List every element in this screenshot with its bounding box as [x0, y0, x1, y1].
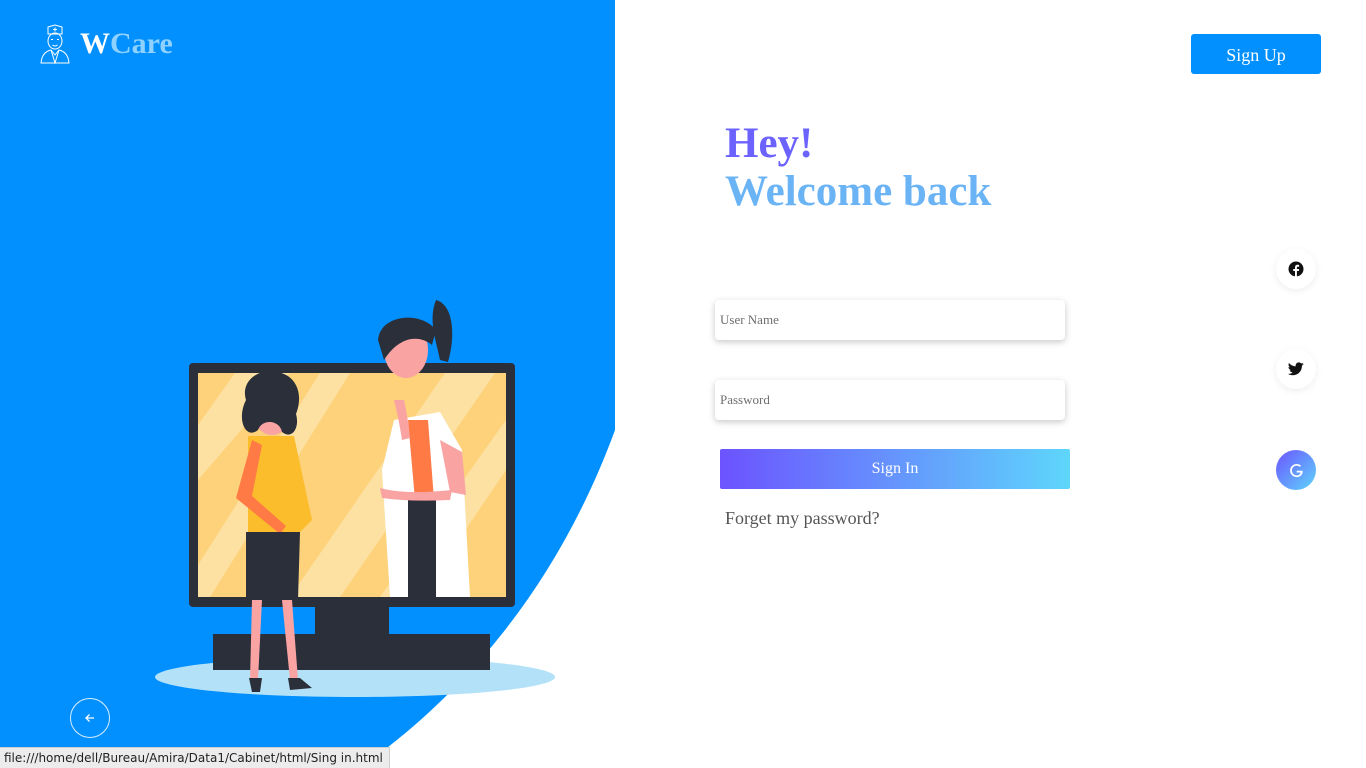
signin-page: WCare Sign Up Hey! Welcome back User Nam… — [0, 0, 1366, 768]
brand-logo-block[interactable]: WCare — [40, 24, 173, 64]
password-input[interactable] — [715, 380, 1065, 420]
google-button[interactable] — [1276, 450, 1316, 490]
arrow-left-icon — [85, 714, 94, 722]
twitter-button[interactable] — [1276, 349, 1316, 389]
brand-name: WCare — [80, 29, 173, 59]
brand-name-w: W — [80, 27, 110, 60]
welcome-heading: Hey! Welcome back — [725, 120, 991, 216]
signup-button[interactable]: Sign Up — [1191, 34, 1321, 74]
facebook-icon — [1288, 261, 1304, 277]
back-button[interactable] — [70, 698, 110, 738]
username-input[interactable] — [715, 300, 1065, 340]
signin-button[interactable]: Sign In — [720, 449, 1070, 489]
heading-line-1: Hey! — [725, 120, 814, 167]
brand-name-care: Care — [110, 27, 173, 60]
twitter-icon — [1288, 362, 1304, 376]
nurse-logo-icon — [40, 24, 70, 64]
browser-status-bar: file:///home/dell/Bureau/Amira/Data1/Cab… — [0, 747, 390, 768]
forgot-password-link[interactable]: Forget my password? — [725, 508, 880, 529]
facebook-button[interactable] — [1276, 249, 1316, 289]
google-icon — [1289, 463, 1303, 477]
heading-line-2: Welcome back — [725, 168, 992, 215]
doctor-patient-illustration — [155, 300, 555, 697]
